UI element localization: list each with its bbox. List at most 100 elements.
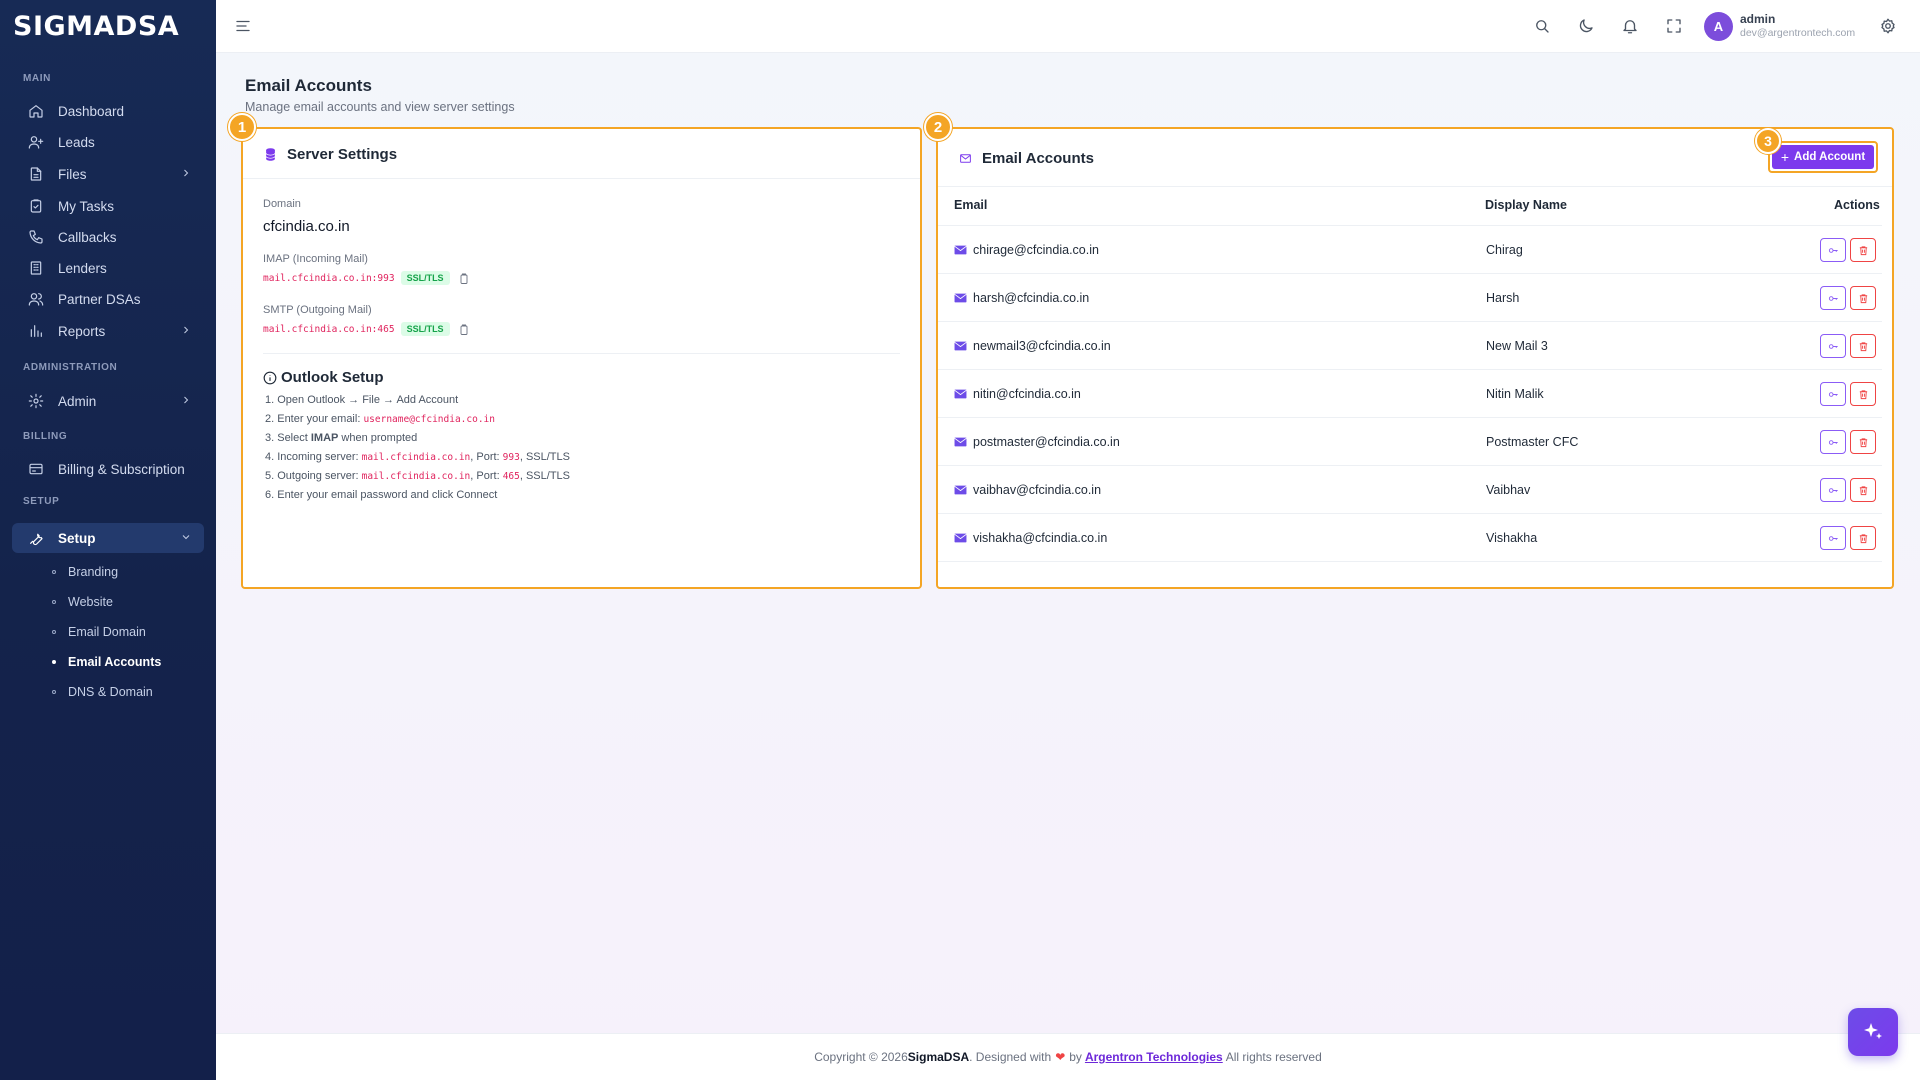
edit-button[interactable]	[1820, 286, 1846, 310]
sidebar-item-partner-dsas[interactable]: Partner DSAs	[12, 284, 204, 314]
display-name-cell: Vaibhav	[1486, 483, 1531, 497]
trash-icon	[1859, 293, 1867, 303]
sidebar-item-label: Setup	[58, 530, 96, 546]
sidebar-item-label: Files	[58, 166, 87, 182]
hamburger-icon	[236, 20, 250, 32]
copy-icon[interactable]	[458, 323, 470, 335]
envelope-icon	[954, 437, 967, 447]
delete-button[interactable]	[1850, 334, 1876, 358]
section-label-billing: BILLING	[23, 431, 68, 442]
email-text: vishakha@cfcindia.co.in	[973, 531, 1108, 545]
bullet-icon	[52, 600, 56, 604]
envelope-icon	[954, 533, 967, 543]
menu-toggle-button[interactable]	[232, 15, 254, 37]
imap-value: mail.cfcindia.co.in:993	[263, 272, 395, 284]
sidebar-item-billing[interactable]: Billing & Subscription	[12, 454, 204, 484]
key-icon	[1828, 295, 1838, 301]
phone-icon	[28, 229, 44, 245]
delete-button[interactable]	[1850, 238, 1876, 262]
delete-button[interactable]	[1850, 430, 1876, 454]
step-1: 1. Open Outlook → File → Add Account	[265, 394, 459, 406]
divider	[938, 186, 1892, 187]
user-email: dev@argentrontech.com	[1740, 27, 1856, 39]
delete-button[interactable]	[1850, 526, 1876, 550]
sidebar-subitem-branding[interactable]: Branding	[52, 565, 118, 579]
sidebar-item-label: Leads	[58, 134, 95, 150]
clipboard-check-icon	[28, 198, 44, 214]
notifications-button[interactable]	[1619, 15, 1641, 37]
email-cell: vishakha@cfcindia.co.in	[954, 531, 1107, 545]
display-name-cell: Nitin Malik	[1486, 387, 1544, 401]
gear-icon	[1881, 18, 1895, 34]
edit-button[interactable]	[1820, 238, 1846, 262]
delete-button[interactable]	[1850, 382, 1876, 406]
sidebar-item-label: Lenders	[58, 260, 107, 276]
key-icon	[1828, 391, 1838, 397]
search-button[interactable]	[1531, 15, 1553, 37]
display-name-cell: New Mail 3	[1486, 339, 1548, 353]
sidebar-item-my-tasks[interactable]: My Tasks	[12, 191, 204, 221]
add-account-button[interactable]: + Add Account	[1772, 145, 1874, 169]
column-header-display-name: Display Name	[1485, 198, 1567, 212]
sidebar-subitem-website[interactable]: Website	[52, 595, 113, 609]
trash-icon	[1859, 341, 1867, 351]
sidebar-item-label: Partner DSAs	[58, 291, 141, 307]
user-name: admin	[1740, 12, 1776, 26]
sidebar-item-files[interactable]: Files	[12, 159, 204, 189]
sidebar-item-leads[interactable]: Leads	[12, 127, 204, 157]
copy-icon[interactable]	[458, 272, 470, 284]
footer-brand: SigmaDSA	[907, 1050, 970, 1064]
moon-icon	[1579, 19, 1593, 33]
step-2: 2. Enter your email: username@cfcindia.c…	[265, 413, 495, 425]
sidebar-item-lenders[interactable]: Lenders	[12, 253, 204, 283]
edit-button[interactable]	[1820, 334, 1846, 358]
fullscreen-button[interactable]	[1663, 15, 1685, 37]
sidebar-subitem-email-domain[interactable]: Email Domain	[52, 625, 146, 639]
sidebar-item-setup[interactable]: Setup	[12, 523, 204, 553]
page-subtitle: Manage email accounts and view server se…	[245, 100, 515, 114]
building-icon	[28, 260, 44, 276]
display-name-cell: Harsh	[1486, 291, 1520, 305]
edit-button[interactable]	[1820, 430, 1846, 454]
sidebar-subitem-label: Email Domain	[68, 625, 146, 639]
email-cell: harsh@cfcindia.co.in	[954, 291, 1089, 305]
sidebar-item-label: Callbacks	[58, 229, 117, 245]
sidebar-subitem-email-accounts[interactable]: Email Accounts	[52, 655, 161, 669]
email-text: harsh@cfcindia.co.in	[973, 291, 1090, 305]
edit-button[interactable]	[1820, 526, 1846, 550]
display-name-cell: Vishakha	[1486, 531, 1538, 545]
imap-row: mail.cfcindia.co.in:993 SSL/TLS	[263, 271, 470, 285]
top-bar: A admin dev@argentrontech.com	[216, 0, 1920, 53]
users-icon	[28, 291, 44, 307]
sidebar-item-reports[interactable]: Reports	[12, 316, 204, 346]
table-row: chirage@cfcindia.co.in Chirag	[938, 225, 1882, 273]
ssl-badge: SSL/TLS	[400, 322, 450, 336]
email-cell: vaibhav@cfcindia.co.in	[954, 483, 1101, 497]
database-icon	[265, 148, 276, 161]
chevron-right-icon	[180, 394, 192, 406]
edit-button[interactable]	[1820, 478, 1846, 502]
sidebar-item-label: Reports	[58, 323, 106, 339]
footer-company-link[interactable]: Argentron Technologies	[1085, 1050, 1223, 1064]
trash-icon	[1859, 437, 1867, 447]
delete-button[interactable]	[1850, 478, 1876, 502]
edit-button[interactable]	[1820, 382, 1846, 406]
sidebar-subitem-label: Branding	[68, 565, 119, 579]
theme-toggle-button[interactable]	[1575, 15, 1597, 37]
email-text: newmail3@cfcindia.co.in	[973, 339, 1111, 353]
avatar[interactable]: A	[1704, 12, 1733, 41]
credit-card-icon	[28, 461, 44, 477]
email-cell: chirage@cfcindia.co.in	[954, 243, 1099, 257]
settings-button[interactable]	[1877, 15, 1899, 37]
imap-label: IMAP (Incoming Mail)	[263, 253, 368, 265]
step-badge-3: 3	[1755, 128, 1781, 154]
sidebar-subitem-dns-domain[interactable]: DNS & Domain	[52, 685, 153, 699]
sidebar-item-dashboard[interactable]: Dashboard	[12, 96, 204, 126]
sparkle-icon	[1864, 1023, 1882, 1039]
delete-button[interactable]	[1850, 286, 1876, 310]
sidebar-item-callbacks[interactable]: Callbacks	[12, 222, 204, 252]
ai-assistant-button[interactable]	[1848, 1008, 1898, 1056]
brand-logo[interactable]: SIGMADSA	[0, 0, 216, 52]
footer-by: by	[1069, 1050, 1082, 1064]
sidebar-item-admin[interactable]: Admin	[12, 386, 204, 416]
